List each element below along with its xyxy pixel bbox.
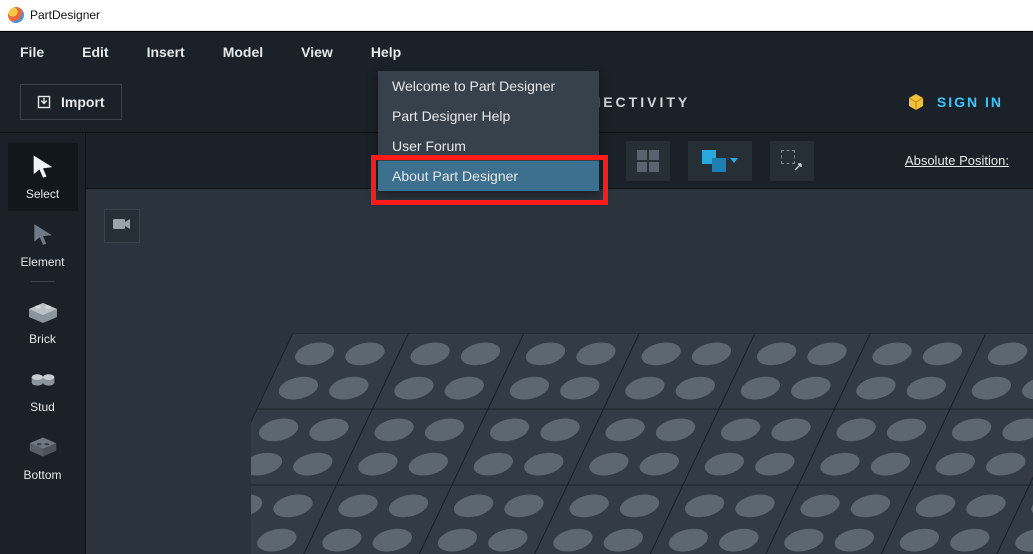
- resize-button[interactable]: [770, 141, 814, 181]
- help-menu-dropdown: Welcome to Part Designer Part Designer H…: [378, 71, 599, 191]
- window-titlebar: PartDesigner: [0, 0, 1033, 31]
- app-icon: [8, 7, 24, 23]
- help-menu-help[interactable]: Part Designer Help: [378, 101, 599, 131]
- tool-brick[interactable]: Brick: [8, 288, 78, 356]
- camera-icon: [112, 217, 132, 236]
- sign-in-link[interactable]: SIGN IN: [937, 94, 1003, 110]
- app-title: PartDesigner: [30, 8, 100, 22]
- tool-stud-label: Stud: [30, 400, 55, 414]
- grid-snap-button[interactable]: [626, 141, 670, 181]
- workspace: Select Element Brick: [0, 133, 1033, 554]
- menu-model[interactable]: Model: [223, 44, 263, 60]
- bottom-icon: [25, 432, 61, 462]
- import-icon: [37, 95, 51, 109]
- chevron-down-icon: [730, 158, 738, 163]
- tool-separator: [31, 281, 55, 282]
- tool-select[interactable]: Select: [8, 143, 78, 211]
- tool-bottom[interactable]: Bottom: [8, 424, 78, 492]
- overlap-icon: [702, 150, 726, 172]
- tool-element-label: Element: [20, 255, 64, 269]
- resize-icon: [781, 150, 803, 172]
- tool-element[interactable]: Element: [8, 211, 78, 279]
- menu-edit[interactable]: Edit: [82, 44, 108, 60]
- import-button[interactable]: Import: [20, 84, 122, 120]
- canvas-area[interactable]: Absolute Position:: [86, 133, 1033, 554]
- tool-stud[interactable]: Stud: [8, 356, 78, 424]
- overlap-mode-button[interactable]: [688, 141, 752, 181]
- brick-icon: [25, 296, 61, 326]
- help-menu-welcome[interactable]: Welcome to Part Designer: [378, 71, 599, 101]
- menu-file[interactable]: File: [20, 44, 44, 60]
- cursor-outline-icon: [25, 219, 61, 249]
- menu-view[interactable]: View: [301, 44, 333, 60]
- help-menu-forum[interactable]: User Forum: [378, 131, 599, 161]
- sign-in-area: SIGN IN: [907, 71, 1003, 133]
- tool-bottom-label: Bottom: [23, 468, 61, 482]
- help-menu-about[interactable]: About Part Designer: [378, 161, 599, 191]
- baseplate-grid: [251, 333, 1033, 554]
- import-label: Import: [61, 94, 105, 110]
- camera-button[interactable]: [104, 209, 140, 243]
- absolute-position-label: Absolute Position:: [905, 153, 1009, 168]
- menubar: File Edit Insert Model View Help: [0, 31, 1033, 71]
- tool-select-label: Select: [26, 187, 59, 201]
- tool-column: Select Element Brick: [0, 133, 86, 554]
- cursor-icon: [25, 151, 61, 181]
- cube-icon: [907, 93, 925, 111]
- tool-brick-label: Brick: [29, 332, 56, 346]
- stud-icon: [25, 364, 61, 394]
- grid-icon: [637, 150, 659, 172]
- menu-help[interactable]: Help: [371, 44, 401, 60]
- menu-insert[interactable]: Insert: [147, 44, 185, 60]
